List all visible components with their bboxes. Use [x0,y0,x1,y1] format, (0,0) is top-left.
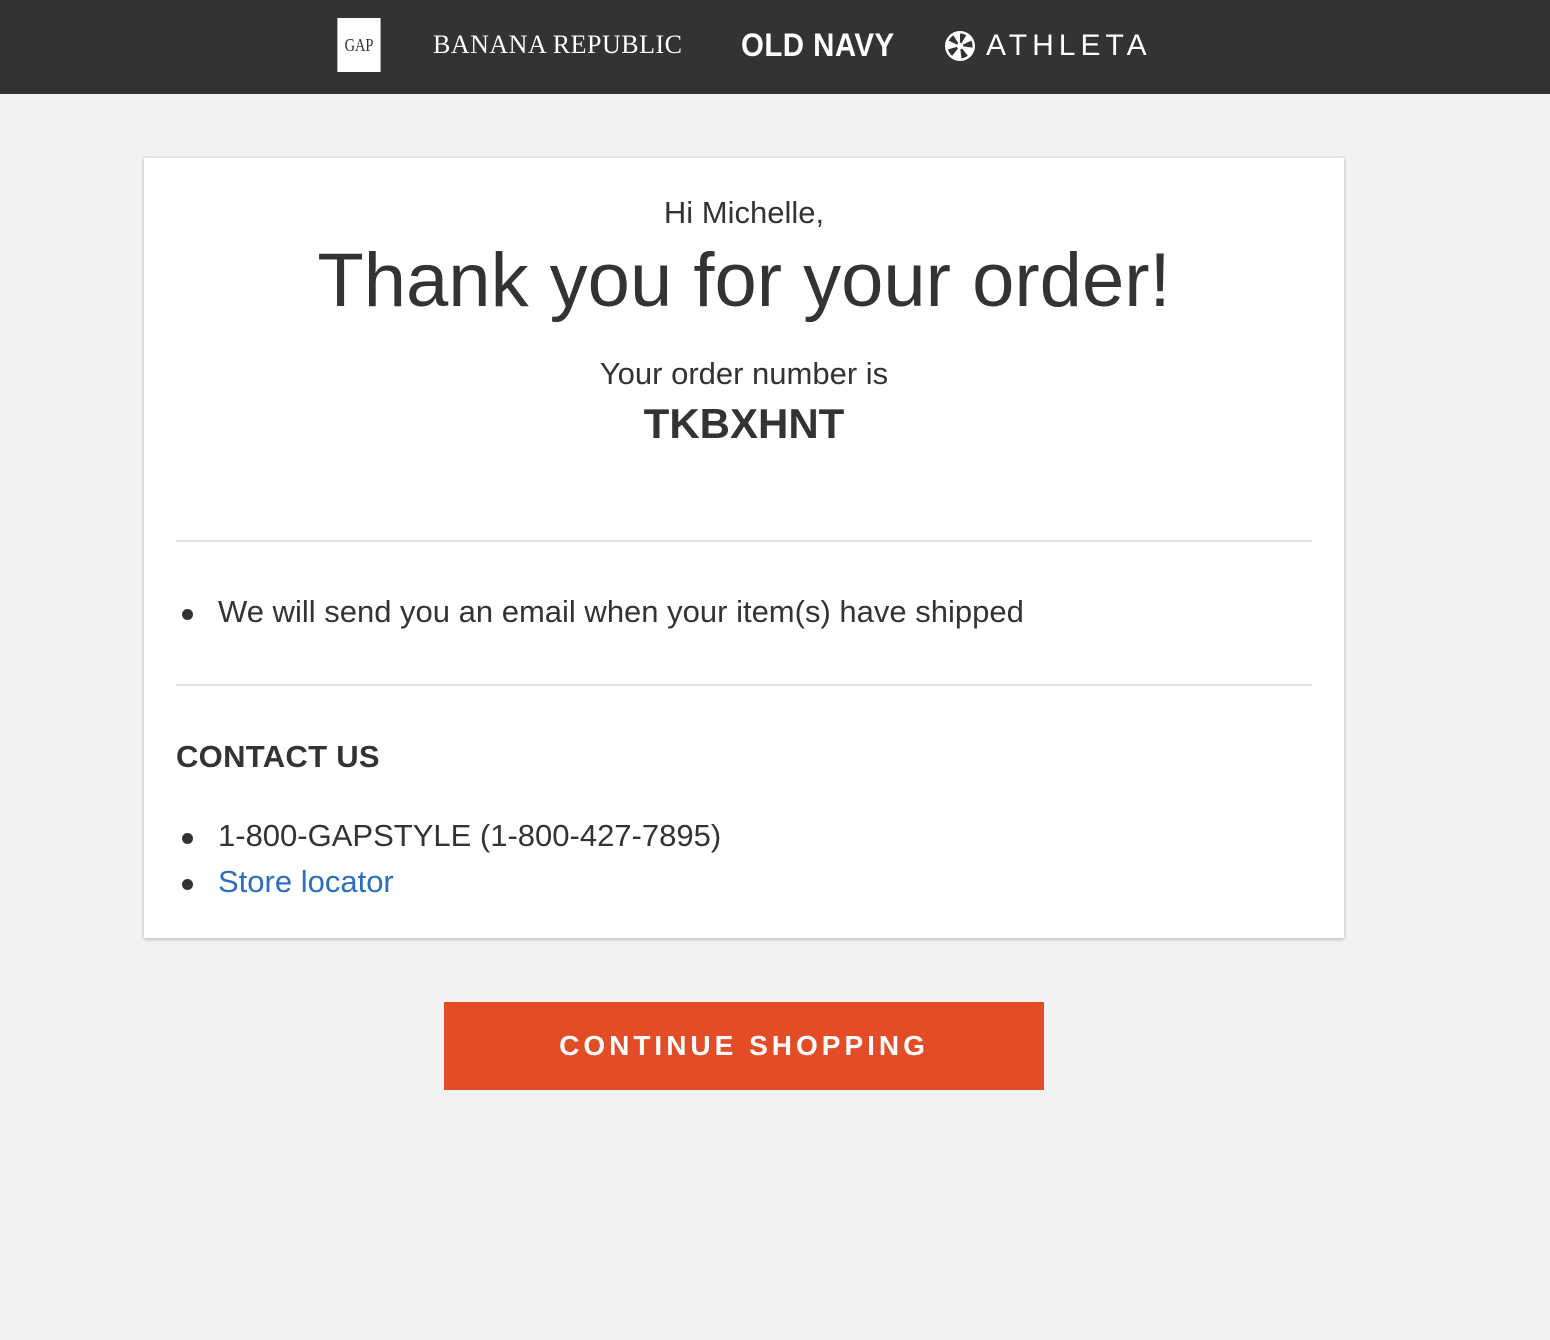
contact-heading: CONTACT US [176,739,380,774]
athleta-logo-link[interactable]: ATHLETA [944,26,1152,66]
store-locator-link[interactable]: Store locator [218,864,394,899]
order-number: TKBXHNT [643,400,845,447]
shipping-notes-list: We will send you an email when your item… [176,589,1024,635]
gap-logo-link[interactable]: GAP [337,18,381,72]
page-title: Thank you for your order! [317,238,1171,323]
athleta-wordmark: ATHLETA [986,29,1152,62]
banana-republic-logo-link[interactable]: BANANA REPUBLIC [433,28,682,62]
brand-bar: GAP BANANA REPUBLIC OLD NAVY ATHLETA [0,0,1550,94]
contact-store-locator-item: Store locator [176,859,721,905]
section-divider [176,540,1312,542]
order-confirmation-card: Hi Michelle, Thank you for your order! Y… [144,158,1344,938]
athleta-pinwheel-icon [945,31,975,61]
continue-shopping-button[interactable]: CONTINUE SHOPPING [444,1002,1044,1090]
contact-phone: 1-800-GAPSTYLE (1-800-427-7895) [176,813,721,859]
order-number-label: Your order number is [599,356,889,391]
shipping-note: We will send you an email when your item… [176,589,1024,635]
contact-list: 1-800-GAPSTYLE (1-800-427-7895) Store lo… [176,813,721,905]
greeting: Hi Michelle, [663,195,825,230]
section-divider [176,684,1312,686]
old-navy-logo-link[interactable]: OLD NAVY [741,25,895,65]
